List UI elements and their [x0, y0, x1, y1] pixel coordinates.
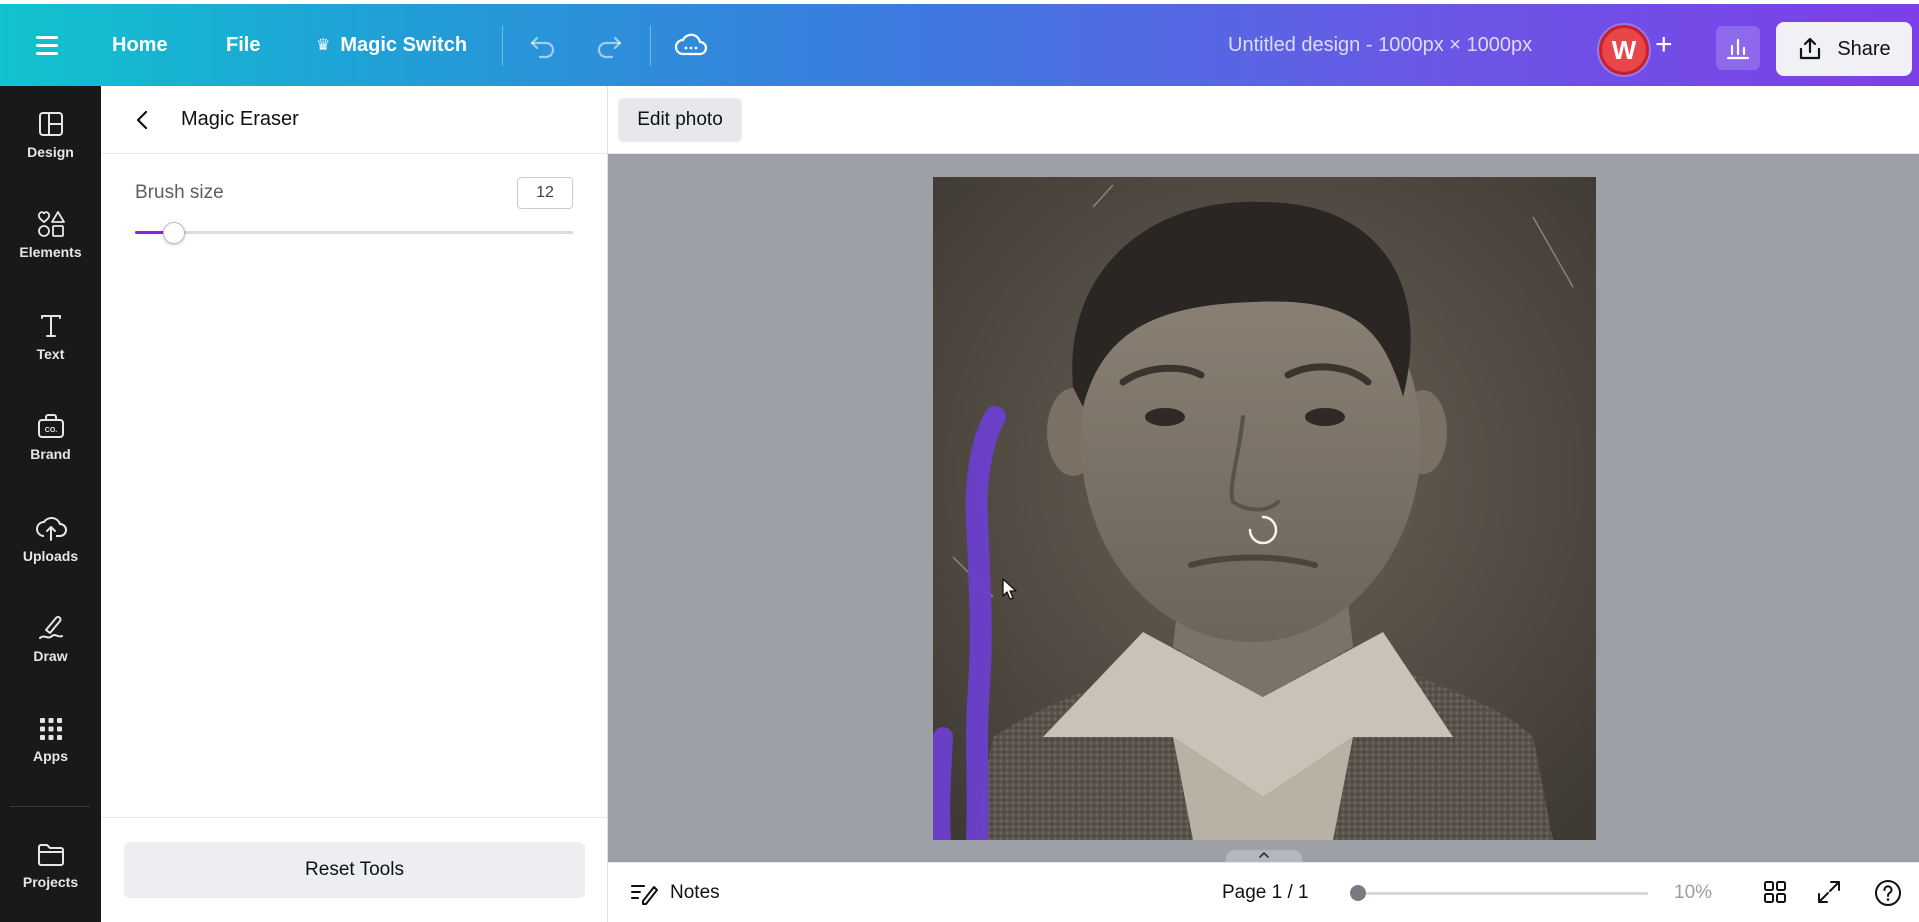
sidebar-item-label: Uploads [23, 548, 78, 564]
sidebar-item-projects[interactable]: Projects [0, 842, 101, 890]
share-upload-icon [1797, 36, 1823, 62]
apps-grid-icon [38, 716, 64, 742]
vintage-portrait-photo[interactable] [933, 177, 1596, 840]
file-menu-button[interactable]: File [226, 4, 260, 86]
cloud-upload-icon [35, 514, 67, 542]
left-sidebar: Design Elements Text CO. Brand Uploads D… [0, 86, 101, 922]
brand-kit-icon: CO. [36, 412, 66, 440]
share-button[interactable]: Share [1776, 22, 1912, 76]
sidebar-item-elements[interactable]: Elements [0, 210, 101, 260]
bottom-bar: Notes Page 1 / 1 10% [608, 862, 1919, 922]
redo-icon[interactable] [594, 4, 624, 86]
grid-view-icon[interactable] [1762, 879, 1790, 907]
context-toolbar: Edit photo [608, 86, 1919, 154]
menu-hamburger-icon[interactable] [36, 4, 64, 86]
mouse-cursor-icon [1001, 577, 1019, 606]
toolbar-divider [650, 26, 651, 66]
zoom-slider[interactable] [1358, 892, 1648, 895]
sidebar-item-label: Design [27, 144, 74, 160]
brush-size-slider[interactable] [135, 231, 573, 234]
folder-icon [36, 842, 66, 868]
chevron-up-icon [1257, 850, 1271, 860]
magic-switch-label: Magic Switch [340, 34, 467, 57]
notes-label: Notes [670, 882, 720, 904]
share-label: Share [1837, 38, 1890, 61]
home-button[interactable]: Home [112, 4, 168, 86]
insights-chart-icon[interactable] [1716, 26, 1760, 70]
brush-size-label: Brush size [135, 182, 224, 204]
notes-pencil-icon [630, 881, 658, 905]
top-bar: Home File ♛ Magic Switch Untitled design… [0, 4, 1919, 86]
back-chevron-icon[interactable] [131, 108, 155, 132]
sidebar-item-label: Draw [33, 648, 67, 664]
add-collaborator-icon[interactable]: + [1655, 4, 1673, 86]
magic-eraser-panel: Magic Eraser Brush size 12 Reset Tools [101, 86, 608, 922]
draw-icon [36, 614, 66, 642]
text-icon [37, 312, 65, 340]
sidebar-divider [10, 806, 90, 807]
sidebar-item-apps[interactable]: Apps [0, 716, 101, 764]
editor-canvas[interactable] [608, 154, 1919, 862]
sidebar-item-label: Apps [33, 748, 68, 764]
notes-button[interactable]: Notes [630, 863, 720, 922]
magic-switch-button[interactable]: ♛ Magic Switch [316, 4, 467, 86]
sidebar-item-label: Brand [30, 446, 70, 462]
panel-title: Magic Eraser [181, 108, 299, 131]
shapes-icon [36, 210, 66, 238]
brush-size-input[interactable]: 12 [517, 177, 573, 209]
sidebar-item-design[interactable]: Design [0, 110, 101, 160]
sidebar-item-label: Text [37, 346, 65, 362]
undo-icon[interactable] [528, 4, 558, 86]
toolbar-divider [502, 26, 503, 66]
panel-footer-divider [101, 817, 607, 818]
layout-icon [37, 110, 65, 138]
help-icon[interactable] [1874, 879, 1902, 907]
sidebar-item-label: Elements [19, 244, 81, 260]
panel-header: Magic Eraser [101, 86, 607, 154]
sidebar-item-brand[interactable]: CO. Brand [0, 412, 101, 462]
cloud-save-icon[interactable] [674, 4, 708, 86]
sidebar-item-uploads[interactable]: Uploads [0, 514, 101, 564]
zoom-slider-thumb[interactable] [1350, 885, 1366, 901]
reset-tools-button[interactable]: Reset Tools [124, 842, 585, 898]
edit-photo-button[interactable]: Edit photo [618, 98, 742, 142]
zoom-level[interactable]: 10% [1674, 863, 1712, 922]
crown-icon: ♛ [316, 35, 330, 55]
avatar[interactable]: W [1599, 25, 1649, 75]
fullscreen-icon[interactable] [1816, 879, 1844, 907]
document-title[interactable]: Untitled design - 1000px × 1000px [1228, 4, 1532, 86]
brush-size-slider-thumb[interactable] [163, 222, 185, 244]
svg-text:CO.: CO. [44, 427, 57, 434]
sidebar-item-label: Projects [23, 874, 78, 890]
sidebar-item-draw[interactable]: Draw [0, 614, 101, 664]
sidebar-item-text[interactable]: Text [0, 312, 101, 362]
page-indicator[interactable]: Page 1 / 1 [1222, 863, 1309, 922]
